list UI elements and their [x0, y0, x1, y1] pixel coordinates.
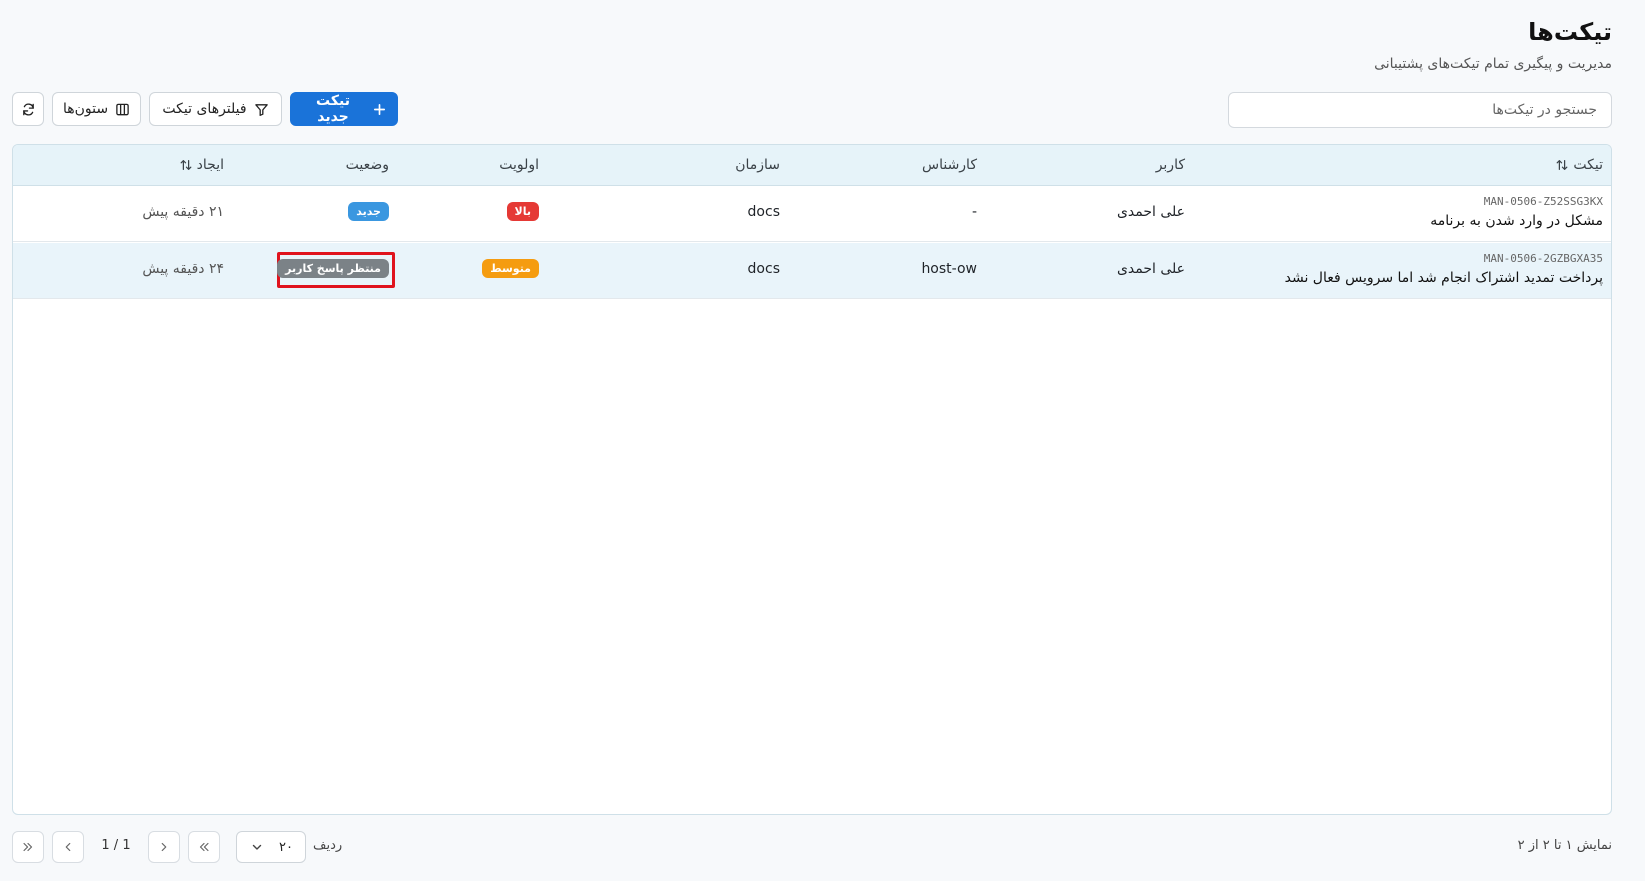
double-chevron-left-icon — [199, 842, 209, 852]
ticket-created: ۲۱ دقیقه پیش — [142, 204, 224, 220]
priority-badge: متوسط — [482, 259, 539, 278]
plus-icon — [373, 103, 386, 115]
status-badge: منتظر پاسخ کاربر — [277, 259, 389, 278]
priority-badge: بالا — [506, 202, 539, 221]
sort-icon — [1556, 160, 1568, 170]
ticket-user: علی احمدی — [1116, 204, 1185, 220]
ticket-title[interactable]: پرداخت تمدید اشتراک انجام شد اما سرویس ف… — [1285, 270, 1603, 286]
column-header-created[interactable]: ایجاد — [179, 157, 224, 173]
previous-page-button[interactable] — [148, 831, 180, 863]
ticket-agent: - — [971, 204, 977, 220]
status-badge: جدید — [348, 202, 389, 221]
rows-per-page-label: ردیف — [313, 838, 343, 853]
table-row[interactable]: MAN-0506-2GZBGXA35 پرداخت تمدید اشتراک ا… — [13, 243, 1611, 299]
column-header-status: وضعیت — [345, 157, 389, 173]
tickets-table: تیکت کاربر کارشناس سازمان اولویت وضعیت ا… — [12, 144, 1612, 815]
ticket-organization: docs — [747, 204, 780, 220]
page-subtitle: مدیریت و پیگیری تمام تیکت‌های پشتیبانی — [1374, 56, 1612, 72]
ticket-filters-label: فیلترهای تیکت — [162, 101, 247, 117]
table-header: تیکت کاربر کارشناس سازمان اولویت وضعیت ا… — [13, 145, 1611, 186]
column-header-priority: اولویت — [499, 157, 539, 173]
ticket-created: ۲۴ دقیقه پیش — [142, 261, 224, 277]
chevron-left-icon — [65, 842, 71, 852]
ticket-filters-button[interactable]: فیلترهای تیکت — [149, 92, 282, 126]
columns-icon — [116, 103, 129, 115]
chevron-down-icon — [252, 844, 262, 850]
page-title: تیکت‌ها — [1528, 18, 1612, 46]
double-chevron-right-icon — [23, 842, 33, 852]
sort-icon — [180, 160, 192, 170]
column-header-ticket[interactable]: تیکت — [1555, 157, 1603, 173]
new-ticket-label: تیکت جدید — [316, 93, 350, 125]
rows-per-page-select[interactable]: ۲۰ — [236, 831, 306, 863]
columns-label: ستون‌ها — [62, 101, 109, 117]
refresh-button[interactable] — [12, 92, 44, 126]
column-header-agent: کارشناس — [921, 157, 977, 173]
ticket-agent: host-ow — [921, 261, 977, 277]
column-header-created-label: ایجاد — [196, 157, 224, 173]
ticket-organization: docs — [747, 261, 780, 277]
new-ticket-button[interactable]: تیکت جدید — [290, 92, 398, 126]
page-indicator: 1 / 1 — [101, 838, 131, 853]
search-input[interactable] — [1228, 92, 1612, 128]
chevron-right-icon — [161, 842, 167, 852]
refresh-icon — [22, 102, 34, 116]
rows-per-page-value: ۲۰ — [279, 839, 293, 855]
first-page-button[interactable] — [188, 831, 220, 863]
column-header-user: کاربر — [1155, 157, 1185, 173]
last-page-button[interactable] — [12, 831, 44, 863]
column-header-ticket-label: تیکت — [1573, 157, 1603, 173]
ticket-title[interactable]: مشکل در وارد شدن به برنامه — [1430, 213, 1603, 229]
ticket-id: MAN-0506-2GZBGXA35 — [1483, 252, 1603, 265]
ticket-id: MAN-0506-Z52SSG3KX — [1483, 195, 1603, 208]
column-header-organization: سازمان — [735, 157, 780, 173]
table-row[interactable]: MAN-0506-Z52SSG3KX مشکل در وارد شدن به ب… — [13, 186, 1611, 242]
columns-button[interactable]: ستون‌ها — [52, 92, 141, 126]
pagination-summary: نمایش ۱ تا ۲ از ۲ — [1517, 838, 1612, 853]
ticket-user: علی احمدی — [1116, 261, 1185, 277]
next-page-button[interactable] — [52, 831, 84, 863]
filter-icon — [254, 103, 268, 116]
